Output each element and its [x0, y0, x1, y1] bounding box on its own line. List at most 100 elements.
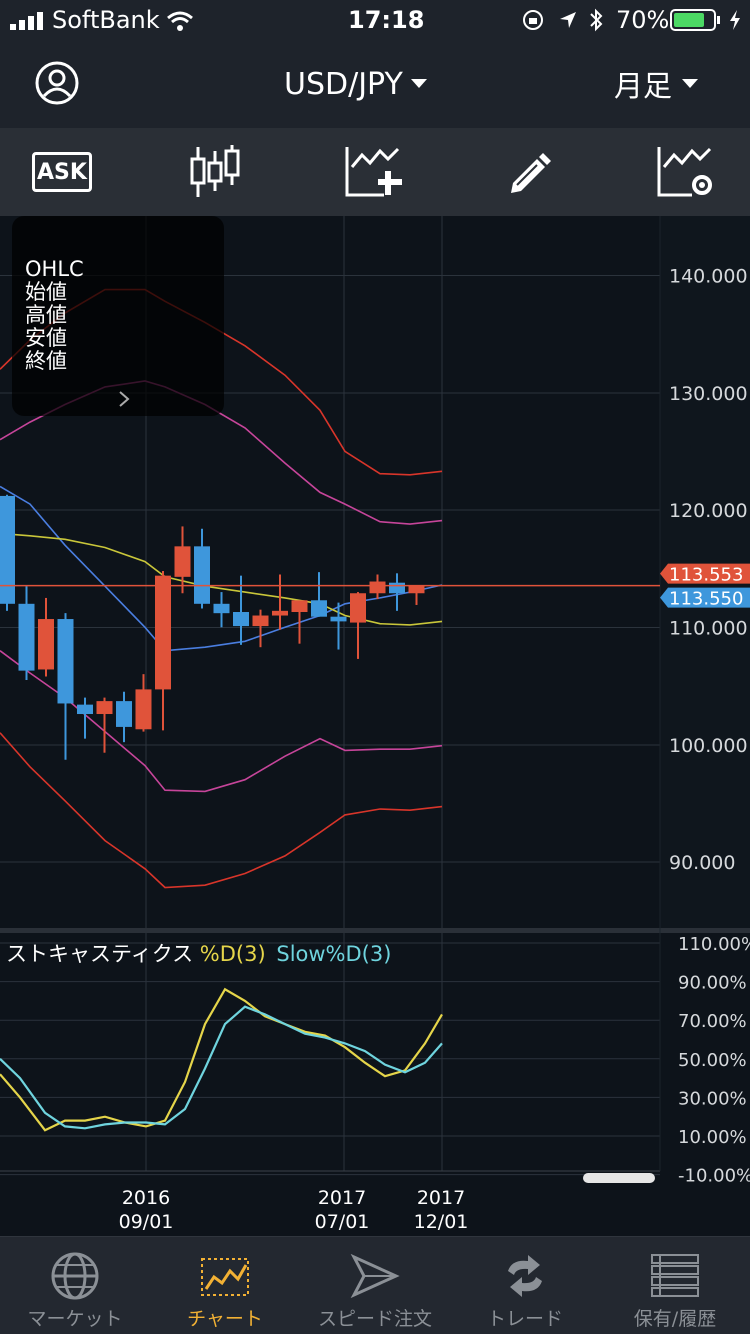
ohlc-label: OHLC	[25, 257, 84, 281]
slowd-label: Slow%D(3)	[276, 942, 392, 966]
tab-bar: マーケット チャート スピード注文 トレード 保有/履歴	[0, 1236, 750, 1334]
candle-body	[38, 619, 54, 670]
battery-icon	[670, 9, 720, 31]
tab-market[interactable]: マーケット	[0, 1237, 150, 1334]
bid-price-tag: 113.550	[669, 589, 743, 610]
chart-type-button[interactable]	[175, 142, 255, 202]
clock: 17:18	[348, 6, 425, 34]
indicator-settings-button[interactable]	[646, 142, 726, 202]
period-label: 月足	[614, 69, 673, 103]
rotation-lock-icon	[523, 10, 543, 30]
location-icon	[560, 12, 576, 28]
osc-tick-label: 70.00%	[678, 1011, 747, 1032]
candle-body	[135, 689, 152, 730]
tab-label: マーケット	[27, 1308, 123, 1330]
chart-icon	[201, 1258, 249, 1296]
tab-label: チャート	[187, 1308, 263, 1330]
chart-settings-icon	[657, 147, 712, 197]
bluetooth-icon	[590, 8, 603, 32]
draw-tool-button[interactable]	[490, 142, 570, 202]
candle-body	[252, 615, 269, 627]
tab-trade[interactable]: トレード	[450, 1237, 600, 1334]
open-label: 始値	[25, 280, 67, 304]
osc-tick-label: 10.00%	[678, 1127, 747, 1148]
wifi-icon	[167, 11, 193, 31]
candle-body	[213, 603, 230, 614]
oscillator-name: ストキャスティクス	[6, 942, 194, 966]
tab-label: 保有/履歴	[633, 1308, 717, 1330]
candle-body	[233, 612, 249, 627]
trade-icon	[508, 1255, 542, 1297]
candle-body	[350, 593, 366, 623]
low-label: 安値	[25, 326, 67, 350]
oscillator-legend: ストキャスティクス %D(3) Slow%D(3)	[6, 938, 391, 968]
ask-label: ASK	[37, 159, 87, 185]
candle-body	[194, 546, 210, 604]
osc-tick-label: -10.00%	[678, 1166, 750, 1187]
status-bar: SoftBank 17:18 70%	[0, 0, 750, 40]
candle-body	[77, 704, 93, 715]
tab-chart[interactable]: チャート	[150, 1237, 300, 1334]
time-label-1: 2016 09/01	[106, 1186, 186, 1234]
history-icon	[651, 1254, 699, 1297]
time-label-2: 2017 07/01	[302, 1186, 382, 1234]
time-label-year: 2017	[317, 1187, 367, 1209]
ask-bid-toggle-button[interactable]: ASK	[22, 142, 102, 202]
candle-body	[174, 546, 191, 577]
chevron-down-icon	[410, 79, 427, 88]
battery-percent: 70%	[616, 6, 670, 34]
candle-body	[272, 610, 288, 616]
scroll-indicator[interactable]	[583, 1173, 655, 1183]
tab-label: スピード注文	[317, 1308, 432, 1330]
candle-body	[369, 581, 386, 594]
d-label: %D(3)	[199, 942, 266, 966]
osc-tick-label: 90.00%	[678, 973, 747, 994]
pair-selector[interactable]: USD/JPY	[284, 64, 427, 104]
time-label-date: 12/01	[413, 1211, 469, 1233]
ask-price-tag: 113.553	[669, 565, 743, 586]
carrier-name: SoftBank	[52, 6, 160, 34]
pair-label: USD/JPY	[284, 66, 403, 102]
period-selector[interactable]: 月足	[614, 64, 699, 104]
candle-body	[311, 600, 327, 617]
ask-icon: ASK	[32, 152, 92, 192]
stochastic-d-line	[0, 987, 443, 1132]
time-label-year: 2016	[121, 1187, 171, 1209]
candle-body	[116, 701, 132, 727]
pencil-icon	[511, 153, 551, 193]
globe-icon	[51, 1252, 99, 1300]
tab-speed-order[interactable]: スピード注文	[300, 1237, 450, 1334]
candle-body	[389, 582, 405, 594]
chart-toolbar: ASK	[0, 128, 750, 216]
tab-history[interactable]: 保有/履歴	[600, 1237, 750, 1334]
candle-body	[291, 600, 308, 613]
time-label-year: 2017	[416, 1187, 466, 1209]
candle-body	[57, 619, 74, 704]
osc-tick-label: 110.00%	[678, 934, 750, 955]
signal-icon	[10, 12, 43, 30]
price-tick-label: 110.000	[669, 618, 748, 640]
candle-body	[18, 603, 35, 671]
high-label: 高値	[25, 303, 67, 327]
candle-body	[155, 575, 171, 690]
price-tick-label: 140.000	[669, 266, 748, 288]
time-label-date: 07/01	[314, 1211, 370, 1233]
panel-divider	[0, 928, 750, 933]
time-label-3: 2017 12/01	[401, 1186, 481, 1234]
stochastic-slowd-line	[0, 1005, 443, 1130]
candle-body	[96, 701, 113, 715]
add-indicator-icon	[345, 147, 402, 197]
chevron-right-icon[interactable]	[118, 390, 130, 408]
chevron-down-icon	[682, 79, 699, 88]
charging-icon	[730, 10, 740, 30]
candle-body	[330, 616, 347, 622]
account-icon[interactable]	[34, 60, 80, 106]
add-indicator-button[interactable]	[334, 142, 414, 202]
speed-order-icon	[350, 1253, 400, 1299]
price-tick-label: 120.000	[669, 500, 748, 522]
candle-body	[0, 495, 15, 604]
osc-tick-label: 30.00%	[678, 1088, 747, 1109]
close-label: 終値	[25, 349, 67, 373]
price-tick-label: 100.000	[669, 735, 748, 757]
nav-bar: USD/JPY 月足	[0, 40, 750, 128]
